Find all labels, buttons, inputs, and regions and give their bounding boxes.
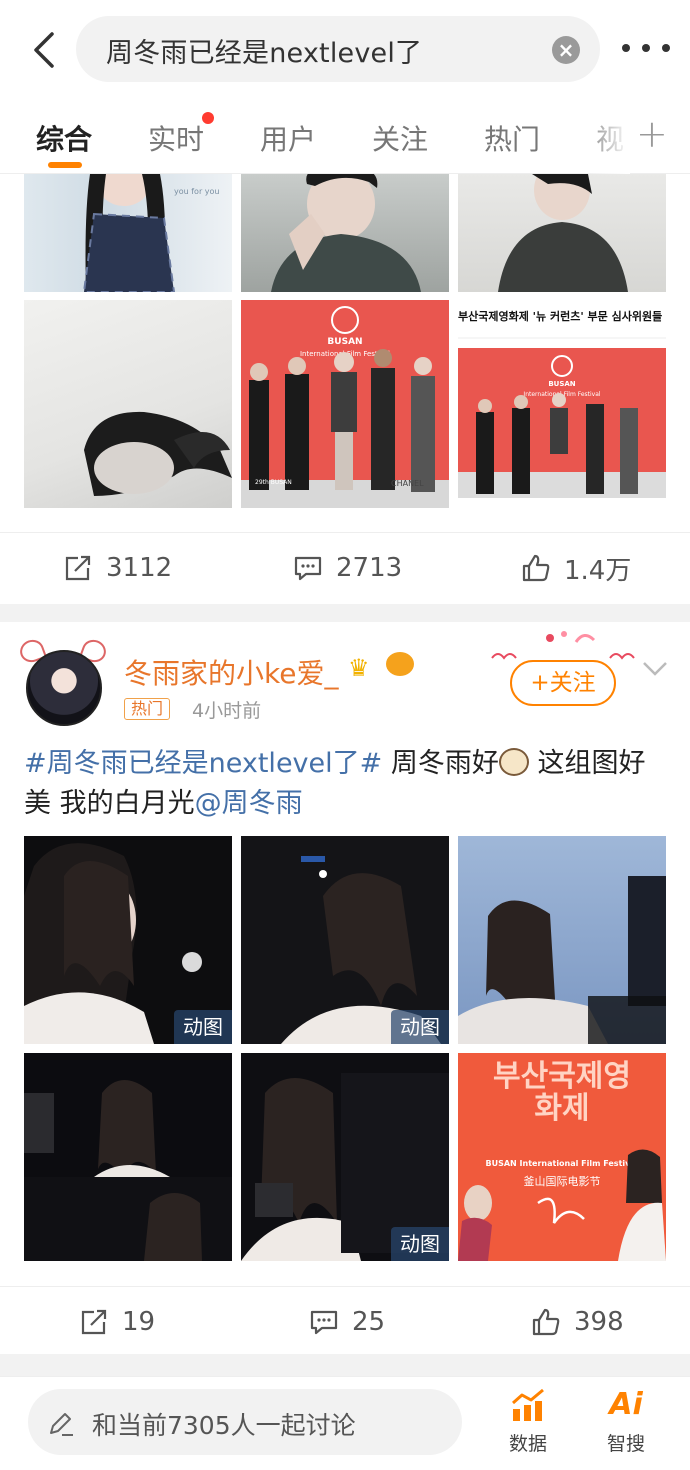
ai-search-button[interactable]: Ai 智搜 bbox=[596, 1387, 656, 1456]
like-count: 1.4万 bbox=[564, 555, 632, 586]
add-tab-icon[interactable]: + bbox=[636, 112, 668, 156]
user-avatar[interactable] bbox=[16, 636, 110, 726]
comment-button[interactable]: 2713 bbox=[292, 533, 402, 603]
repost-count: 19 bbox=[122, 1307, 156, 1337]
top-bar: 周冬雨已经是nextlevel了 × bbox=[0, 0, 690, 98]
post-image[interactable] bbox=[24, 1053, 232, 1261]
repost-icon bbox=[81, 1309, 107, 1335]
post-image[interactable] bbox=[241, 174, 449, 292]
repost-icon bbox=[65, 555, 91, 581]
like-icon bbox=[522, 554, 550, 582]
tab-label: 关注 bbox=[372, 123, 429, 156]
comment-icon bbox=[294, 556, 322, 581]
tab-label: 综合 bbox=[36, 123, 93, 156]
clear-search-icon[interactable]: × bbox=[552, 36, 580, 64]
post-image[interactable]: 动图 bbox=[24, 836, 232, 1044]
follow-button[interactable]: +关注 bbox=[510, 660, 616, 706]
svg-text:you for you: you for you bbox=[174, 187, 219, 196]
tab-hot[interactable]: 热门 bbox=[484, 118, 540, 158]
hot-tag-badge: 热门 bbox=[124, 698, 171, 720]
tab-following[interactable]: 关注 bbox=[372, 118, 428, 158]
comment-icon bbox=[310, 1310, 338, 1335]
like-icon bbox=[532, 1308, 560, 1336]
post-image[interactable]: 动图 bbox=[241, 1053, 449, 1261]
data-button[interactable]: 数据 bbox=[498, 1387, 558, 1456]
like-button[interactable]: 398 bbox=[530, 1287, 624, 1357]
chevron-down-icon[interactable] bbox=[642, 660, 668, 678]
tab-realtime[interactable]: 实时 bbox=[148, 112, 215, 158]
vip-crown-icon: ♛ bbox=[348, 654, 370, 682]
avatar bbox=[26, 650, 102, 726]
discuss-placeholder: 和当前7305人一起讨论 bbox=[92, 1411, 356, 1440]
comment-count: 2713 bbox=[336, 553, 403, 583]
data-chart-icon bbox=[512, 1388, 544, 1421]
tab-fade-overlay bbox=[580, 98, 630, 174]
tab-label: 用户 bbox=[260, 123, 317, 156]
post-image[interactable] bbox=[24, 300, 232, 508]
search-tabs: 综合 实时 用户 关注 热门 视 + bbox=[0, 98, 690, 174]
mention-link[interactable]: @周冬雨 bbox=[195, 788, 303, 819]
gif-badge: 动图 bbox=[174, 1010, 232, 1044]
fan-badge-icon bbox=[386, 652, 414, 676]
tab-label: 热门 bbox=[484, 123, 541, 156]
post-image[interactable]: 부산국제영화제 BUSAN International Film Festiva… bbox=[458, 1053, 666, 1261]
svg-text:CHANEL: CHANEL bbox=[391, 479, 424, 488]
tab-comprehensive[interactable]: 综合 bbox=[36, 118, 93, 168]
data-label: 数据 bbox=[508, 1433, 547, 1455]
tab-label: 实时 bbox=[148, 123, 205, 156]
active-tab-indicator bbox=[48, 162, 82, 168]
post-actions: 3112 2713 1.4万 bbox=[0, 532, 690, 602]
comment-button[interactable]: 25 bbox=[308, 1287, 385, 1357]
gif-badge: 动图 bbox=[391, 1227, 449, 1261]
ai-icon: Ai bbox=[609, 1387, 643, 1422]
like-count: 398 bbox=[574, 1307, 624, 1337]
post-body-text: 周冬雨好 bbox=[382, 748, 499, 779]
post-card: 冬雨家的小ke爱_ ♛ 热门 4小时前 +关注 #周冬雨已经是nextlevel… bbox=[0, 622, 690, 1354]
new-dot-badge bbox=[202, 112, 215, 124]
post-time: 4小时前 bbox=[192, 700, 262, 722]
username[interactable]: 冬雨家的小ke爱_ bbox=[124, 652, 338, 692]
post-image[interactable]: you for you bbox=[24, 174, 232, 292]
svg-text:29th BUSAN: 29th BUSAN bbox=[255, 479, 292, 486]
svg-text:BUSAN: BUSAN bbox=[327, 337, 362, 347]
search-input[interactable]: 周冬雨已经是nextlevel了 × bbox=[76, 16, 600, 82]
post-card: you for you BUSAN International Film Fes… bbox=[0, 174, 690, 604]
post-text: #周冬雨已经是nextlevel了# 周冬雨好 这组图好美 我的白月光@周冬雨 bbox=[24, 744, 664, 824]
cow-emoji-icon bbox=[498, 748, 529, 776]
back-arrow-icon[interactable] bbox=[26, 30, 62, 70]
gif-badge: 动图 bbox=[391, 1010, 449, 1044]
search-query-text: 周冬雨已经是nextlevel了 bbox=[106, 38, 423, 69]
comment-count: 25 bbox=[352, 1307, 386, 1337]
post-image[interactable] bbox=[458, 174, 666, 292]
more-options-icon[interactable] bbox=[622, 38, 670, 58]
tab-users[interactable]: 用户 bbox=[260, 118, 316, 158]
post-actions: 19 25 398 bbox=[0, 1286, 690, 1356]
post-image[interactable]: 부산국제영화제 '뉴 커런츠' 부문 심사위원들 BUSAN Internati… bbox=[458, 300, 666, 508]
repost-count: 3112 bbox=[106, 553, 173, 583]
post-image[interactable]: 动图 bbox=[241, 836, 449, 1044]
topic-link[interactable]: #周冬雨已经是nextlevel了# bbox=[24, 748, 382, 779]
post-image[interactable] bbox=[458, 836, 666, 1044]
ai-search-label: 智搜 bbox=[606, 1433, 645, 1455]
post-image[interactable]: BUSAN International Film Festival 29th B… bbox=[241, 300, 449, 508]
repost-button[interactable]: 3112 bbox=[62, 533, 172, 603]
discuss-input[interactable]: 和当前7305人一起讨论 bbox=[28, 1389, 462, 1455]
bottom-bar: 和当前7305人一起讨论 数据 Ai 智搜 bbox=[0, 1376, 690, 1470]
repost-button[interactable]: 19 bbox=[78, 1287, 155, 1357]
svg-text:BUSAN: BUSAN bbox=[548, 380, 575, 388]
pencil-icon bbox=[50, 1413, 73, 1436]
like-button[interactable]: 1.4万 bbox=[520, 533, 631, 603]
